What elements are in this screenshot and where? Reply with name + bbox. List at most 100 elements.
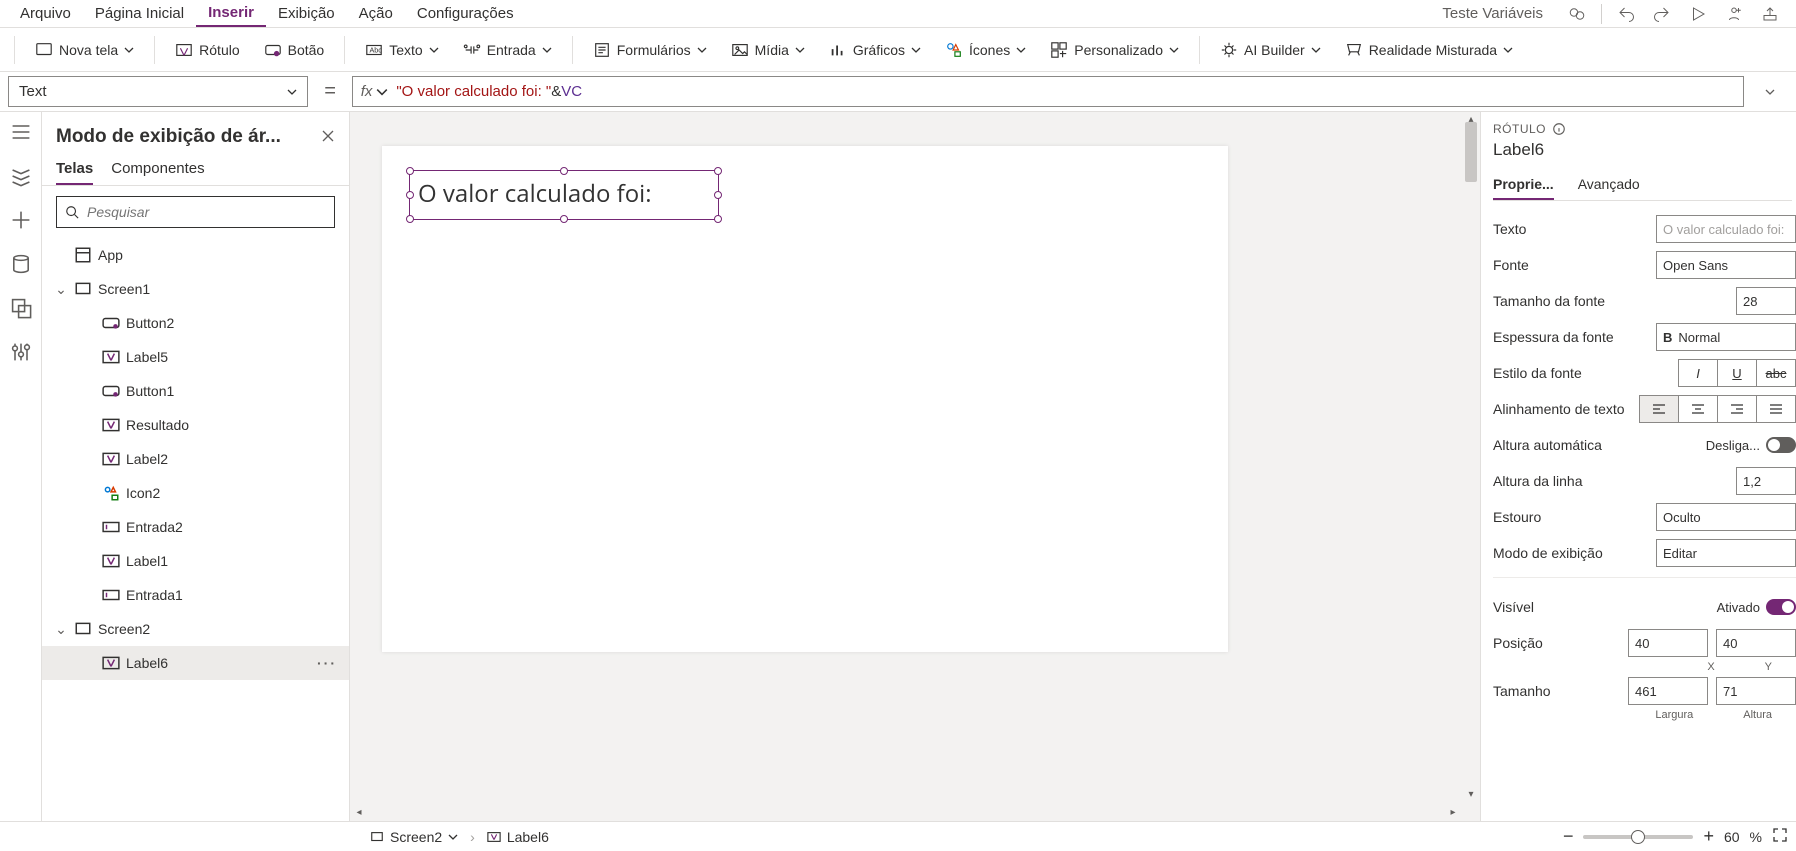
prop-altura-input[interactable]: 71 bbox=[1716, 677, 1796, 705]
italic-button[interactable]: I bbox=[1678, 359, 1718, 387]
prop-altura-linha-input[interactable]: 1,2 bbox=[1736, 467, 1796, 495]
tree-item-button2[interactable]: Button2 bbox=[42, 306, 349, 340]
prop-pos-y-input[interactable]: 40 bbox=[1716, 629, 1796, 657]
resize-handle[interactable] bbox=[406, 191, 414, 199]
undo-icon[interactable] bbox=[1608, 1, 1644, 27]
selected-label-control[interactable]: O valor calculado foi: bbox=[409, 170, 719, 220]
tab-componentes[interactable]: Componentes bbox=[111, 154, 204, 185]
align-center-button[interactable] bbox=[1678, 395, 1718, 423]
ribbon-rotulo[interactable]: Rótulo bbox=[165, 34, 249, 66]
prop-texto-input[interactable]: O valor calculado foi: bbox=[1656, 215, 1796, 243]
tree-item-resultado[interactable]: Resultado bbox=[42, 408, 349, 442]
zoom-slider[interactable] bbox=[1583, 835, 1693, 839]
horizontal-scrollbar[interactable]: ◂ ▸ bbox=[350, 803, 1462, 821]
ribbon-midia[interactable]: Mídia bbox=[721, 34, 815, 66]
canvas[interactable]: O valor calculado foi: ▴ ▾ ◂ ▸ bbox=[350, 112, 1480, 821]
tree-item-label6[interactable]: Label6 ··· bbox=[42, 646, 349, 680]
breadcrumb-control[interactable]: Label6 bbox=[487, 829, 549, 845]
close-icon[interactable] bbox=[321, 129, 335, 146]
prop-pos-x-input[interactable]: 40 bbox=[1628, 629, 1708, 657]
tree-item-label5[interactable]: Label5 bbox=[42, 340, 349, 374]
tree-item-label1[interactable]: Label1 bbox=[42, 544, 349, 578]
resize-handle[interactable] bbox=[560, 167, 568, 175]
scroll-right-icon[interactable]: ▸ bbox=[1444, 803, 1462, 821]
menu-pagina-inicial[interactable]: Página Inicial bbox=[83, 1, 196, 26]
zoom-out-button[interactable]: − bbox=[1563, 826, 1574, 847]
scroll-down-icon[interactable]: ▾ bbox=[1462, 785, 1480, 803]
scroll-thumb[interactable] bbox=[1465, 122, 1477, 182]
app-checker-icon[interactable] bbox=[1559, 1, 1595, 27]
hamburger-icon[interactable] bbox=[9, 120, 33, 144]
tree-item-screen1[interactable]: ⌄ Screen1 bbox=[42, 272, 349, 306]
menu-arquivo[interactable]: Arquivo bbox=[8, 1, 83, 26]
play-icon[interactable] bbox=[1680, 1, 1716, 27]
prop-largura-input[interactable]: 461 bbox=[1628, 677, 1708, 705]
align-justify-button[interactable] bbox=[1756, 395, 1796, 423]
scroll-left-icon[interactable]: ◂ bbox=[350, 803, 368, 821]
resize-handle[interactable] bbox=[560, 215, 568, 223]
data-icon[interactable] bbox=[9, 252, 33, 276]
control-name[interactable]: Label6 bbox=[1493, 136, 1796, 170]
resize-handle[interactable] bbox=[714, 167, 722, 175]
info-icon[interactable] bbox=[1552, 122, 1566, 136]
insert-icon[interactable] bbox=[9, 208, 33, 232]
ribbon-formularios[interactable]: Formulários bbox=[583, 34, 717, 66]
ribbon-texto[interactable]: Abc Texto bbox=[355, 34, 448, 66]
ribbon-nova-tela[interactable]: Nova tela bbox=[25, 34, 144, 66]
ribbon-botao[interactable]: Botão bbox=[254, 34, 335, 66]
redo-icon[interactable] bbox=[1644, 1, 1680, 27]
resize-handle[interactable] bbox=[406, 215, 414, 223]
tools-icon[interactable] bbox=[9, 340, 33, 364]
menu-configuracoes[interactable]: Configurações bbox=[405, 1, 526, 26]
prop-espessura-select[interactable]: BNormal bbox=[1656, 323, 1796, 351]
breadcrumb-screen[interactable]: Screen2 bbox=[370, 829, 458, 845]
tab-avancado[interactable]: Avançado bbox=[1578, 170, 1640, 200]
share-icon[interactable] bbox=[1716, 1, 1752, 27]
prop-fonte-select[interactable]: Open Sans bbox=[1656, 251, 1796, 279]
prop-estouro-select[interactable]: Oculto bbox=[1656, 503, 1796, 531]
align-left-button[interactable] bbox=[1639, 395, 1679, 423]
tree-item-app[interactable]: App bbox=[42, 238, 349, 272]
ribbon-entrada[interactable]: Entrada bbox=[453, 34, 562, 66]
canvas-screen[interactable]: O valor calculado foi: bbox=[382, 146, 1228, 652]
ribbon-graficos[interactable]: Gráficos bbox=[819, 34, 931, 66]
search-input[interactable] bbox=[87, 204, 326, 220]
chevron-down-icon[interactable]: ⌄ bbox=[54, 621, 68, 638]
menu-inserir[interactable]: Inserir bbox=[196, 0, 266, 27]
altura-auto-toggle[interactable] bbox=[1766, 437, 1796, 453]
tree-item-entrada2[interactable]: Entrada2 bbox=[42, 510, 349, 544]
fit-screen-button[interactable] bbox=[1772, 827, 1788, 846]
tree-item-label2[interactable]: Label2 bbox=[42, 442, 349, 476]
property-selector[interactable]: Text bbox=[8, 76, 308, 107]
zoom-in-button[interactable]: + bbox=[1703, 826, 1714, 847]
formula-expand[interactable] bbox=[1752, 76, 1788, 107]
tree-item-button1[interactable]: Button1 bbox=[42, 374, 349, 408]
menu-acao[interactable]: Ação bbox=[347, 1, 405, 26]
chevron-down-icon[interactable]: ⌄ bbox=[54, 281, 68, 298]
formula-input[interactable]: fx "O valor calculado foi: "&VC bbox=[352, 76, 1744, 107]
strikethrough-button[interactable]: abc bbox=[1756, 359, 1796, 387]
tree-view-icon[interactable] bbox=[9, 164, 33, 188]
publish-icon[interactable] bbox=[1752, 1, 1788, 27]
tree-item-screen2[interactable]: ⌄ Screen2 bbox=[42, 612, 349, 646]
media-panel-icon[interactable] bbox=[9, 296, 33, 320]
tree-item-entrada1[interactable]: Entrada1 bbox=[42, 578, 349, 612]
resize-handle[interactable] bbox=[714, 215, 722, 223]
tab-propriedades[interactable]: Proprie... bbox=[1493, 170, 1554, 200]
ribbon-ai-builder[interactable]: AI Builder bbox=[1210, 34, 1331, 66]
menu-exibicao[interactable]: Exibição bbox=[266, 1, 347, 26]
prop-tamanho-fonte-input[interactable]: 28 bbox=[1736, 287, 1796, 315]
vertical-scrollbar[interactable]: ▴ ▾ bbox=[1462, 112, 1480, 803]
more-icon[interactable]: ··· bbox=[317, 655, 349, 671]
tree-search[interactable] bbox=[56, 196, 335, 228]
ribbon-icones[interactable]: Ícones bbox=[935, 34, 1036, 66]
ribbon-personalizado[interactable]: Personalizado bbox=[1040, 34, 1189, 66]
ribbon-realidade[interactable]: Realidade Misturada bbox=[1335, 34, 1523, 66]
resize-handle[interactable] bbox=[406, 167, 414, 175]
align-right-button[interactable] bbox=[1717, 395, 1757, 423]
visivel-toggle[interactable] bbox=[1766, 599, 1796, 615]
tab-telas[interactable]: Telas bbox=[56, 154, 93, 185]
resize-handle[interactable] bbox=[714, 191, 722, 199]
prop-modo-exibicao-select[interactable]: Editar bbox=[1656, 539, 1796, 567]
tree-item-icon2[interactable]: Icon2 bbox=[42, 476, 349, 510]
